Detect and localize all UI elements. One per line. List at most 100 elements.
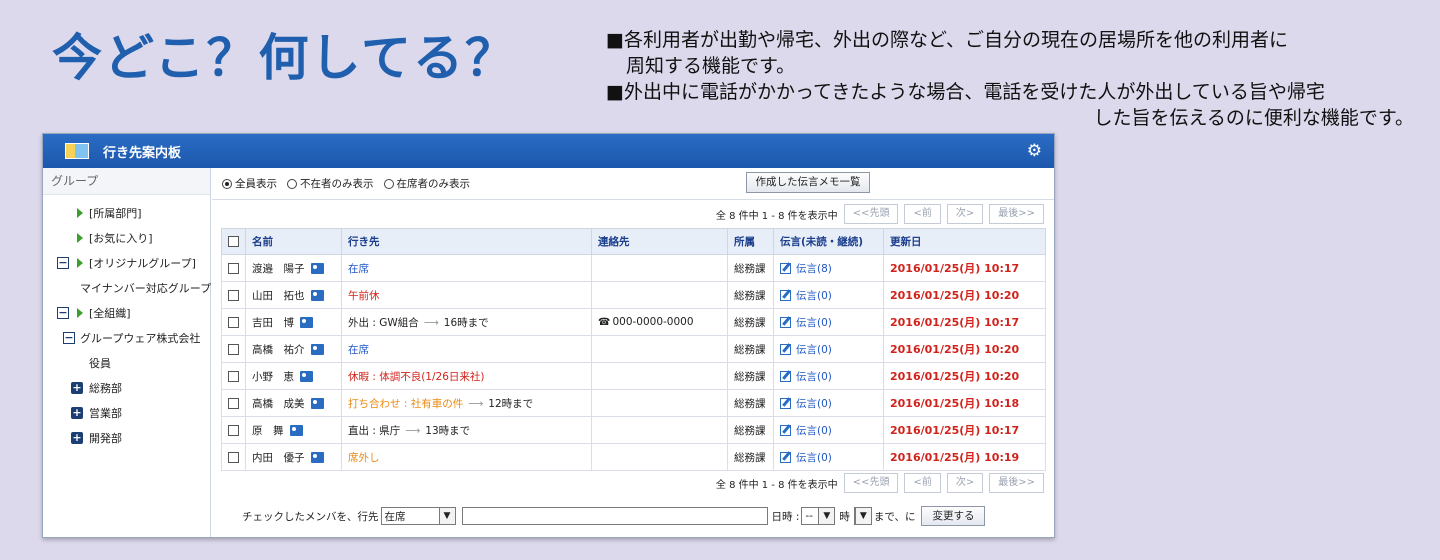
next-page-button[interactable]: 次> xyxy=(946,473,984,493)
radio-show-all[interactable]: 全員表示 xyxy=(222,176,277,191)
sidebar-item-label: 役員 xyxy=(89,357,111,370)
row-select-cell xyxy=(221,362,246,390)
updated-cell: 2016/01/25(月) 10:20 xyxy=(883,335,1046,363)
person-card-icon[interactable] xyxy=(300,317,313,328)
member-name[interactable]: 内田 優子 xyxy=(252,452,305,464)
edit-icon[interactable] xyxy=(780,425,791,436)
arrow-icon: ⟶ xyxy=(468,397,484,410)
person-card-icon[interactable] xyxy=(310,398,324,409)
member-name[interactable]: 高橋 祐介 xyxy=(252,344,305,356)
sidebar-item-department[interactable]: [所属部門] xyxy=(77,205,142,221)
sidebar-item-general-affairs[interactable]: + 総務部 xyxy=(71,380,122,396)
edit-icon[interactable] xyxy=(780,398,791,409)
sidebar-item-company[interactable]: − グループウェア株式会社 xyxy=(63,330,200,346)
sidebar-item-all-org[interactable]: − [全組織] xyxy=(57,305,131,321)
edit-icon[interactable] xyxy=(780,317,791,328)
memo-link[interactable]: 伝言(0) xyxy=(796,425,832,437)
prev-page-button[interactable]: <前 xyxy=(904,204,941,224)
destination-text: 在席 xyxy=(348,343,369,356)
memo-link[interactable]: 伝言(8) xyxy=(796,263,832,275)
person-card-icon[interactable] xyxy=(310,263,324,274)
memo-link[interactable]: 伝言(0) xyxy=(796,344,832,356)
row-checkbox[interactable] xyxy=(228,424,239,436)
updated-cell: 2016/01/25(月) 10:17 xyxy=(883,308,1046,336)
sidebar-item-label: 総務部 xyxy=(89,382,122,395)
updated-date: 2016/01/25(月) 10:20 xyxy=(890,370,1020,383)
sidebar-item-development[interactable]: + 開発部 xyxy=(71,430,122,446)
person-card-icon[interactable] xyxy=(310,344,324,355)
member-name[interactable]: 吉田 博 xyxy=(252,317,294,329)
updated-cell: 2016/01/25(月) 10:17 xyxy=(883,416,1046,444)
memo-link[interactable]: 伝言(0) xyxy=(796,452,832,464)
person-card-icon[interactable] xyxy=(310,290,324,301)
member-name[interactable]: 渡邉 陽子 xyxy=(252,263,305,275)
memo-link[interactable]: 伝言(0) xyxy=(796,371,832,383)
collapse-icon[interactable]: − xyxy=(57,257,69,269)
sidebar-item-favorites[interactable]: [お気に入り] xyxy=(77,230,153,246)
bulk-update-label: チェックしたメンバを、行先 xyxy=(242,510,379,523)
memo-link[interactable]: 伝言(0) xyxy=(796,317,832,329)
destination-note-input[interactable] xyxy=(461,507,768,525)
person-card-icon[interactable] xyxy=(310,452,324,463)
sidebar-item-mynumber-group[interactable]: マイナンバー対応グループ xyxy=(80,280,211,296)
datetime-label: 日時 : xyxy=(771,510,800,523)
edit-icon[interactable] xyxy=(780,344,791,355)
row-checkbox[interactable] xyxy=(228,343,239,355)
next-page-button[interactable]: 次> xyxy=(946,204,984,224)
member-name[interactable]: 山田 拓也 xyxy=(252,290,305,302)
contact-cell xyxy=(591,443,728,471)
display-filter: 全員表示 不在者のみ表示 在席者のみ表示 xyxy=(222,176,470,191)
collapse-icon[interactable]: − xyxy=(57,307,69,319)
member-name[interactable]: 小野 恵 xyxy=(252,371,294,383)
row-checkbox[interactable] xyxy=(228,451,239,463)
gear-icon[interactable]: ⚙ xyxy=(1027,141,1042,161)
edit-icon[interactable] xyxy=(780,263,791,274)
memo-list-button[interactable]: 作成した伝言メモ一覧 xyxy=(746,172,870,193)
prev-page-button[interactable]: <前 xyxy=(904,473,941,493)
desc-line: ■各利用者が出勤や帰宅、外出の際など、ご自分の現在の居場所を他の利用者に xyxy=(606,29,1289,51)
memo-link[interactable]: 伝言(0) xyxy=(796,398,832,410)
member-name[interactable]: 原 舞 xyxy=(252,425,284,437)
unit-select[interactable]: ▼ xyxy=(853,507,872,525)
row-checkbox[interactable] xyxy=(228,370,239,382)
select-all-checkbox[interactable] xyxy=(228,236,239,247)
edit-icon[interactable] xyxy=(780,371,791,382)
last-page-button[interactable]: 最後>> xyxy=(989,204,1044,224)
triangle-right-icon xyxy=(77,233,83,243)
col-name[interactable]: 名前 xyxy=(245,228,342,255)
sidebar-item-original-group[interactable]: − [オリジナルグループ] xyxy=(57,255,196,271)
memo-cell: 伝言(0) xyxy=(773,416,884,444)
first-page-button[interactable]: <<先頭 xyxy=(843,473,899,493)
col-memo[interactable]: 伝言(未読・継続) xyxy=(773,228,884,255)
person-card-icon[interactable] xyxy=(289,425,303,436)
last-page-button[interactable]: 最後>> xyxy=(989,473,1044,493)
row-checkbox[interactable] xyxy=(228,289,239,301)
col-destination[interactable]: 行き先 xyxy=(341,228,592,255)
member-name[interactable]: 高橋 成美 xyxy=(252,398,305,410)
expand-icon[interactable]: + xyxy=(71,407,83,419)
edit-icon[interactable] xyxy=(780,290,791,301)
person-card-icon[interactable] xyxy=(300,371,313,382)
edit-icon[interactable] xyxy=(780,452,791,463)
destination-select[interactable]: 在席 ▼ xyxy=(380,507,456,525)
change-button[interactable]: 変更する xyxy=(921,506,986,526)
row-checkbox[interactable] xyxy=(228,262,239,274)
expand-icon[interactable]: + xyxy=(71,432,83,444)
radio-show-absent[interactable]: 不在者のみ表示 xyxy=(287,176,374,191)
row-checkbox[interactable] xyxy=(228,397,239,409)
memo-link[interactable]: 伝言(0) xyxy=(796,290,832,302)
radio-show-present[interactable]: 在席者のみ表示 xyxy=(383,176,470,191)
return-time: 16時まで xyxy=(443,316,489,329)
col-dept[interactable]: 所属 xyxy=(727,228,774,255)
col-updated[interactable]: 更新日 xyxy=(883,228,1046,255)
memo-cell: 伝言(0) xyxy=(773,335,884,363)
radio-selected-icon xyxy=(222,178,232,189)
col-contact[interactable]: 連絡先 xyxy=(591,228,728,255)
hour-select[interactable]: -- ▼ xyxy=(801,507,836,525)
row-checkbox[interactable] xyxy=(228,316,239,328)
expand-icon[interactable]: + xyxy=(71,382,83,394)
sidebar-item-sales[interactable]: + 営業部 xyxy=(71,405,122,421)
first-page-button[interactable]: <<先頭 xyxy=(843,204,899,224)
sidebar-item-executives[interactable]: 役員 xyxy=(89,355,111,371)
collapse-icon[interactable]: − xyxy=(63,332,75,344)
